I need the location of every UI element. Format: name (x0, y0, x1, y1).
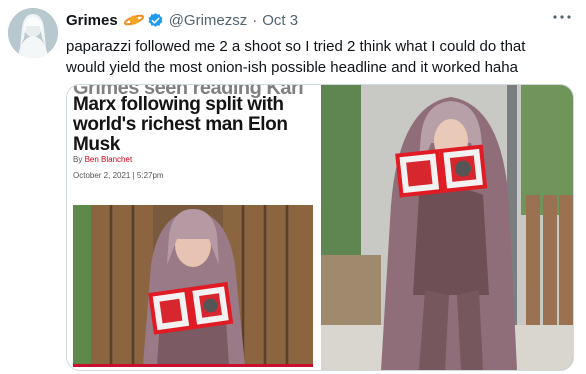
more-icon[interactable] (550, 8, 574, 26)
article-dateline: October 2, 2021 | 5:27pm (73, 171, 164, 180)
avatar-image (8, 8, 58, 58)
article-byline: By Ben Blanchet (73, 155, 132, 164)
verified-badge-icon (147, 12, 164, 29)
separator-dot: · (252, 11, 258, 29)
tweet-text: paparazzi followed me 2 a shoot so I tri… (66, 38, 526, 76)
article-screenshot-image[interactable]: Grimes seen reading Karl Marx following … (67, 85, 319, 370)
article-red-rule (73, 364, 313, 367)
article-photo (73, 205, 313, 365)
tweet-media[interactable]: Grimes seen reading Karl Marx following … (66, 84, 574, 371)
author-name[interactable]: Grimes (66, 12, 118, 29)
article-headline: Marx following split with world's riches… (73, 94, 288, 155)
paparazzi-photo[interactable] (321, 85, 573, 370)
byline-prefix: By (73, 155, 83, 164)
avatar[interactable] (8, 8, 58, 58)
tweet-date[interactable]: Oct 3 (262, 12, 298, 29)
tweet-header: Grimes @Grimezsz · Oct 3 (66, 10, 298, 30)
byline-author: Ben Blanchet (84, 155, 133, 164)
author-handle[interactable]: @Grimezsz (169, 12, 248, 29)
tweet[interactable]: Grimes @Grimezsz · Oct 3 paparazzi follo… (0, 0, 586, 374)
planet-emoji-icon (123, 13, 144, 27)
